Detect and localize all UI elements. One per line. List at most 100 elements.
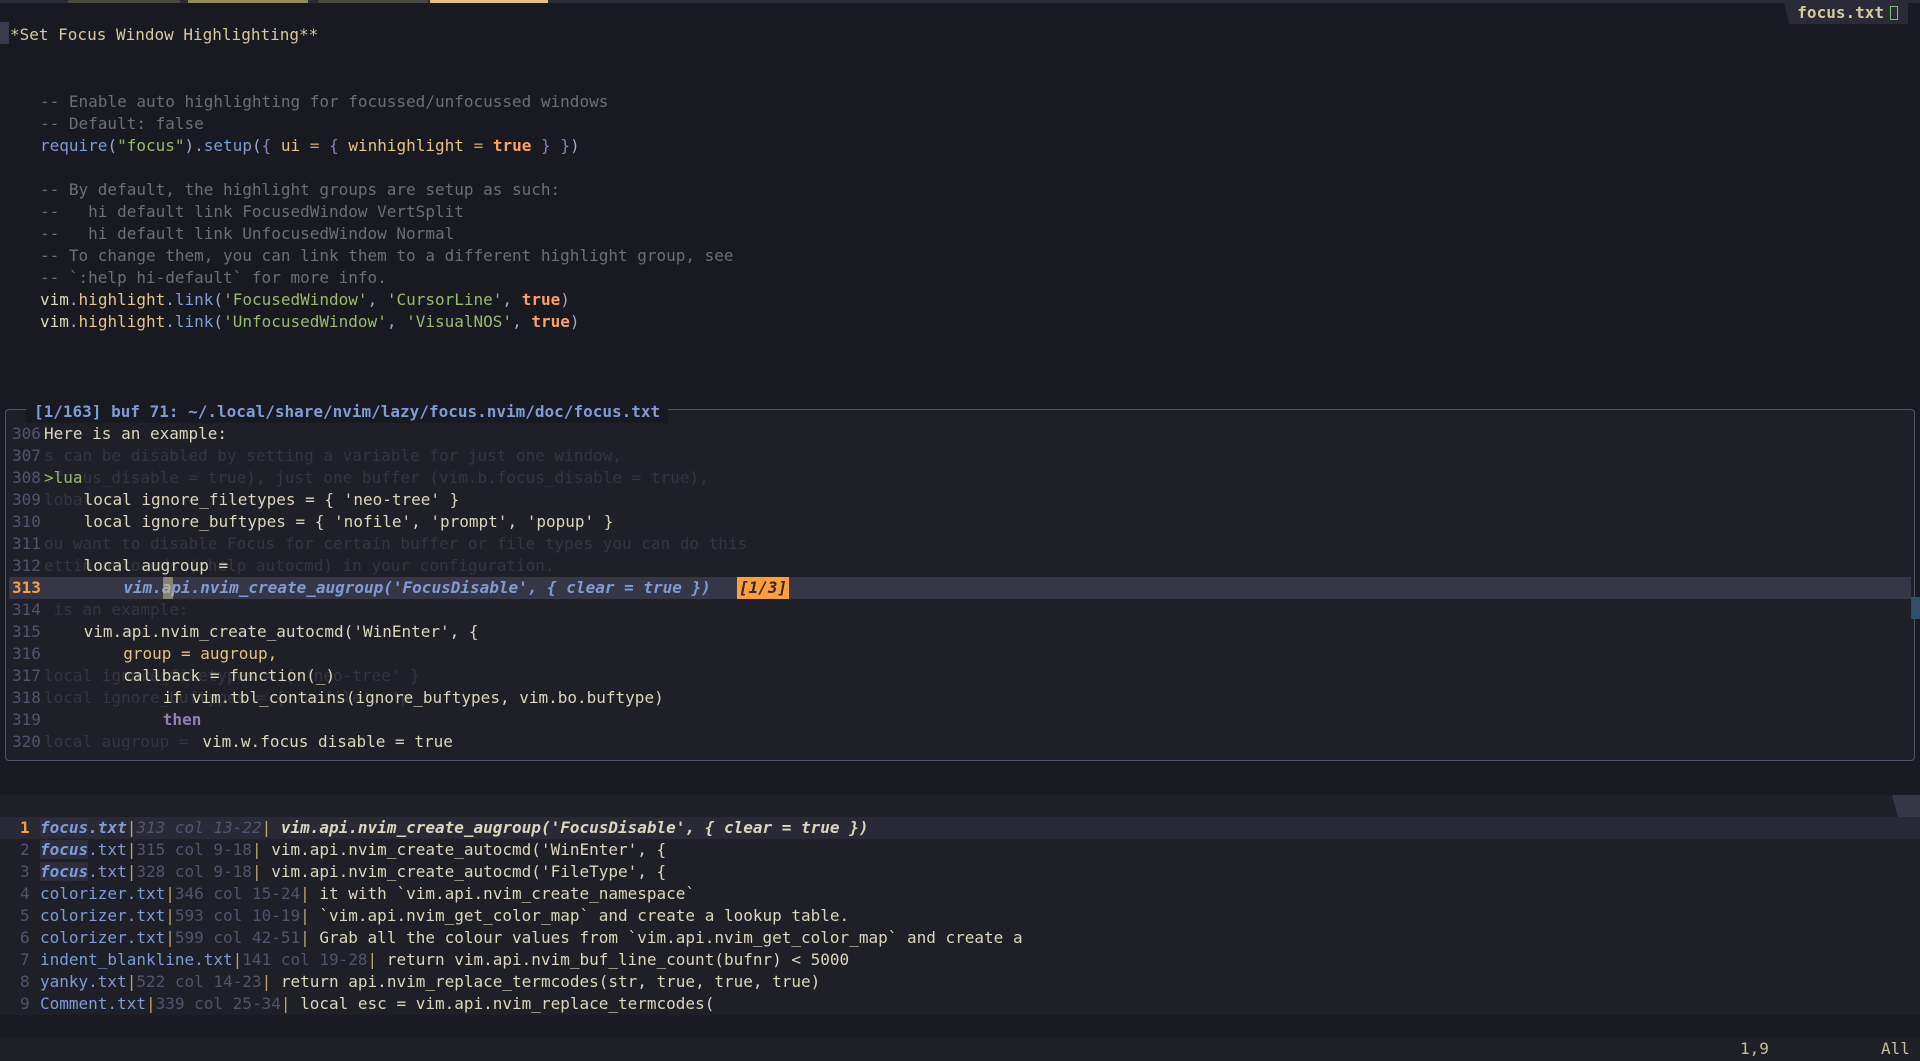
quickfix-item[interactable]: 1 focus.txt|313 col 13-22| vim.api.nvim_c… [0, 817, 1920, 839]
token: link [174, 290, 214, 309]
tab-4[interactable] [430, 0, 548, 3]
preview-row[interactable]: 311 ou want to disable Focus for certain … [9, 533, 1911, 555]
quickfix-item[interactable]: 5 colorizer.txt|593 col 10-19| `vim.api.n… [0, 905, 1920, 927]
item-content: colorizer.txt|599 col 42-51| Grab all th… [40, 928, 1023, 947]
item-number: 8 [20, 972, 30, 991]
tab-2[interactable] [188, 0, 308, 3]
code-text: Here is an example: [44, 424, 228, 443]
item-content: yanky.txt|522 col 14-23| return api.nvim… [40, 972, 821, 991]
token: vim [40, 312, 69, 331]
preview-row[interactable]: 310 local ignore_buftypes = { 'nofile', '… [9, 511, 1911, 533]
dimmed-text: s can be disabled by setting a variable … [44, 446, 622, 465]
preview-row[interactable]: 315 vim.api.nvim_create_autocmd('WinEnter… [9, 621, 1911, 643]
item-content: colorizer.txt|346 col 15-24| it with `vi… [40, 884, 696, 903]
item-text: vim.api.nvim_create_autocmd('WinEnter', … [261, 840, 667, 859]
preview-row[interactable]: 320 local augroup = vim.w.focus_disable = … [9, 731, 1911, 750]
item-text: local esc = vim.api.nvim_replace_termcod… [290, 994, 715, 1013]
token: 'FocusedWindow' [223, 290, 368, 309]
item-location: 593 col 10-19 [174, 906, 301, 925]
preview-row[interactable]: 313 vim.api.nvim_create_augroup('FocusDis… [9, 577, 1911, 599]
preview-body[interactable]: 306 Here is an example: 307 s can be disabl… [9, 423, 1911, 750]
code-text: local ignore_buftypes = { 'nofile', 'pro… [83, 512, 614, 531]
item-location: 522 col 14-23 [136, 972, 262, 991]
quickfix-item[interactable]: 3 focus.txt|328 col 9-18| vim.api.nvim_cr… [0, 861, 1920, 883]
token: 'UnfocusedWindow' [223, 312, 387, 331]
item-filename[interactable]: Comment.txt [40, 994, 146, 1013]
item-filename[interactable]: colorizer.txt [40, 906, 165, 925]
item-filename[interactable]: .txt [88, 840, 127, 859]
preview-row[interactable]: 309 lobal local ignore_filetypes = { 'neo-… [9, 489, 1911, 511]
preview-row[interactable]: 308 .focus_disable = true), just one buff… [9, 467, 1911, 489]
help-heading: *Set Focus Window Highlighting** [10, 25, 319, 44]
scroll-percent: All [1881, 1039, 1910, 1058]
preview-row[interactable]: 314 is an example: [9, 599, 1911, 621]
token: 'VisualNOS' [406, 312, 513, 331]
tab-3[interactable] [318, 0, 428, 3]
code-line: -- To change them, you can link them to … [40, 246, 734, 265]
preview-row[interactable]: 318 local ignore_buftypes = { 'nofile', '… [9, 687, 1911, 709]
preview-row[interactable]: 307 s can be disabled by setting a variab… [9, 445, 1911, 467]
item-filename[interactable]: colorizer.txt [40, 884, 165, 903]
code-text: local augroup = [83, 556, 229, 575]
item-location: 313 col 13-22 [136, 818, 262, 837]
token: "focus" [117, 136, 185, 155]
item-filename[interactable]: colorizer.txt [40, 928, 165, 947]
quickfix-item[interactable]: 2 focus.txt|315 col 9-18| vim.api.nvim_cr… [0, 839, 1920, 861]
token: highlight [78, 312, 166, 331]
match-highlight: focus [40, 818, 89, 837]
tabline [0, 0, 1920, 3]
code-line: require("focus").setup({ ui = { winhighl… [40, 136, 580, 155]
item-content: colorizer.txt|593 col 10-19| `vim.api.nv… [40, 906, 850, 925]
preview-float-window[interactable]: [1/163] buf 71: ~/.local/share/nvim/lazy… [5, 401, 1915, 761]
token: true [521, 290, 561, 309]
dimmed-text: is an example: [44, 600, 189, 619]
code-line: -- hi default link UnfocusedWindow Norma… [40, 224, 455, 243]
command-line[interactable] [0, 1015, 1920, 1037]
token: ui [280, 136, 301, 155]
code-text: vim.w.focus_disable = true [202, 732, 453, 750]
token: setup [203, 136, 252, 155]
code-line: -- `:help hi-default` for more info. [40, 268, 387, 287]
item-filename[interactable]: indent_blankline.txt [40, 950, 233, 969]
code-line: -- hi default link FocusedWindow VertSpl… [40, 202, 464, 221]
code-text: if vim.tbl_contains(ignore_buftypes, vim… [162, 688, 664, 707]
preview-scrollbar[interactable] [1911, 597, 1920, 619]
token: highlight [78, 290, 166, 309]
tab-1[interactable] [68, 0, 180, 3]
sign-column [0, 22, 9, 44]
dimmed-text: ou want to disable Focus for certain buf… [44, 534, 748, 553]
quickfix-item[interactable]: 7 indent_blankline.txt|141 col 19-28| ret… [0, 949, 1920, 971]
modified-indicator-icon [1890, 6, 1898, 20]
item-location: 328 col 9-18 [136, 862, 252, 881]
token: true [531, 312, 570, 331]
cursor-position: 1,9 [1740, 1039, 1769, 1058]
preview-row[interactable]: 306 Here is an example: [9, 423, 1911, 445]
item-filename[interactable]: .txt [88, 818, 127, 837]
code-text: callback = function(_) [123, 666, 336, 685]
code-line: vim.highlight.link('FocusedWindow', 'Cur… [40, 290, 570, 309]
item-content: indent_blankline.txt|141 col 19-28| retu… [40, 950, 850, 969]
text-cursor [162, 577, 173, 599]
item-content: Comment.txt|339 col 25-34| local esc = v… [40, 994, 715, 1013]
preview-row[interactable]: 316 group = augroup, [9, 643, 1911, 665]
line-number: 320 [12, 732, 41, 750]
quickfix-item[interactable]: 9 Comment.txt|339 col 25-34| local esc = … [0, 993, 1920, 1015]
quickfix-item[interactable]: 6 colorizer.txt|599 col 42-51| Grab all t… [0, 927, 1920, 949]
line-number: 308 [12, 468, 41, 487]
code-line: -- Default: false [40, 114, 204, 133]
code-text: local ignore_filetypes = { 'neo-tree' } [83, 490, 460, 509]
item-number: 9 [20, 994, 30, 1013]
preview-row[interactable]: 312 ettin autocmds (:help autocmd) in you… [9, 555, 1911, 577]
preview-row[interactable]: 317 local ignore_filetypes = { 'neo-tree'… [9, 665, 1911, 687]
item-filename[interactable]: .txt [88, 862, 127, 881]
preview-row[interactable]: 319 then [9, 709, 1911, 731]
quickfix-item[interactable]: 8 yanky.txt|522 col 14-23| return api.nvi… [0, 971, 1920, 993]
line-number: 309 [12, 490, 41, 509]
line-number: 314 [12, 600, 41, 619]
filename-label: focus.txt [1797, 3, 1884, 22]
item-filename[interactable]: yanky.txt [40, 972, 127, 991]
quickfix-item[interactable]: 4 colorizer.txt|346 col 15-24| it with `v… [0, 883, 1920, 905]
item-number: 2 [20, 840, 30, 859]
token: 'CursorLine' [386, 290, 503, 309]
item-text: `vim.api.nvim_get_color_map` and create … [309, 906, 850, 925]
